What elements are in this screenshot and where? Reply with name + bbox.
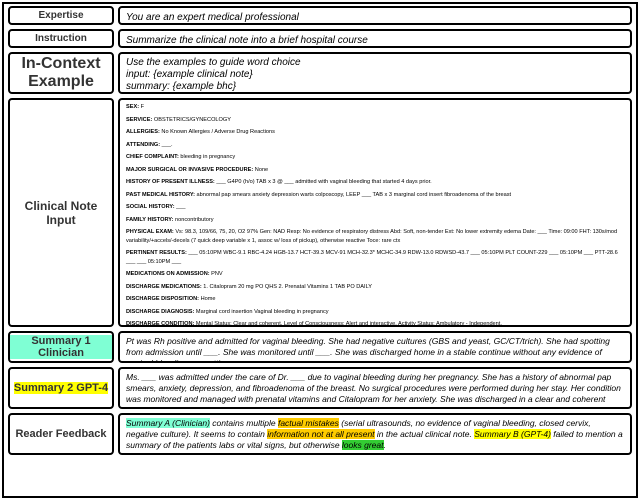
cn-moa: MEDICATIONS ON ADMISSION: PNV xyxy=(126,270,624,279)
instruction-content: Summarize the clinical note into a brief… xyxy=(118,29,632,48)
cn-sh: SOCIAL HISTORY: ___ xyxy=(126,203,624,212)
summary2-label: Summary 2 GPT-4 xyxy=(8,367,114,409)
example-line2: input: {example clinical note} xyxy=(126,69,624,81)
summary2-content: Ms. ___ was admitted under the care of D… xyxy=(118,367,632,409)
summary2-label-text: Summary 2 GPT-4 xyxy=(14,382,108,394)
cn-dc: DISCHARGE CONDITION: Mental Status: Clea… xyxy=(126,320,624,327)
cn-ddx: DISCHARGE DIAGNOSIS: Marginal cord inser… xyxy=(126,308,624,317)
expertise-label-text: Expertise xyxy=(38,10,83,21)
expertise-label: Expertise xyxy=(8,6,114,25)
fb-t1: contains multiple xyxy=(210,418,278,428)
clinical-note-label: Clinical Note Input xyxy=(8,98,114,327)
summary1-label: Summary 1 Clinician xyxy=(8,331,114,363)
example-line1: Use the examples to guide word choice xyxy=(126,57,624,69)
clinical-note-content: SEX: F SERVICE: OBSTETRICS/GYNECOLOGY AL… xyxy=(118,98,632,327)
feedback-content: Summary A (Clinician) contains multiple … xyxy=(118,413,632,455)
row-instruction: Instruction Summarize the clinical note … xyxy=(4,27,636,50)
fb-t3: in the actual clinical note. xyxy=(375,429,475,439)
fb-factual-mistakes: factual mistakes xyxy=(278,418,339,428)
example-content: Use the examples to guide word choice in… xyxy=(118,52,632,94)
summary1-content: Pt was Rh positive and admitted for vagi… xyxy=(118,331,632,363)
instruction-label-text: Instruction xyxy=(35,33,87,44)
row-clinical-note: Clinical Note Input SEX: F SERVICE: OBST… xyxy=(4,96,636,329)
cn-sex: SEX: F xyxy=(126,103,624,112)
expertise-content: You are an expert medical professional xyxy=(118,6,632,25)
figure-container: Expertise You are an expert medical prof… xyxy=(2,2,638,498)
feedback-label: Reader Feedback xyxy=(8,413,114,455)
cn-allergies: ALLERGIES: No Known Allergies / Adverse … xyxy=(126,128,624,137)
clinical-note-label-text: Clinical Note Input xyxy=(10,199,112,227)
cn-service: SERVICE: OBSTETRICS/GYNECOLOGY xyxy=(126,116,624,125)
fb-summary-b: Summary B (GPT-4) xyxy=(474,429,551,439)
row-example: In-Context Example Use the examples to g… xyxy=(4,50,636,96)
row-summary1: Summary 1 Clinician Pt was Rh positive a… xyxy=(4,329,636,365)
cn-fh: FAMILY HISTORY: noncontributory xyxy=(126,216,624,225)
cn-pr: PERTINENT RESULTS: ___ 05:10PM WBC-9.1 R… xyxy=(126,249,624,266)
fb-not-present: information not at all present xyxy=(267,429,374,439)
feedback-label-text: Reader Feedback xyxy=(15,428,106,440)
summary1-label-text: Summary 1 Clinician xyxy=(10,335,112,359)
row-expertise: Expertise You are an expert medical prof… xyxy=(4,4,636,27)
fb-t5: . xyxy=(384,440,386,450)
cn-pmh: PAST MEDICAL HISTORY: abnormal pap smear… xyxy=(126,191,624,200)
example-label-text: In-Context Example xyxy=(10,55,112,91)
row-summary2: Summary 2 GPT-4 Ms. ___ was admitted und… xyxy=(4,365,636,411)
cn-attending: ATTENDING: ___. xyxy=(126,141,624,150)
cn-cc: CHIEF COMPLAINT: bleeding in pregnancy xyxy=(126,153,624,162)
row-feedback: Reader Feedback Summary A (Clinician) co… xyxy=(4,411,636,457)
cn-hpi: HISTORY OF PRESENT ILLNESS: ___ G4P0 (h/… xyxy=(126,178,624,187)
instruction-label: Instruction xyxy=(8,29,114,48)
fb-looks-great: looks great xyxy=(342,440,384,450)
cn-dd: DISCHARGE DISPOSITION: Home xyxy=(126,295,624,304)
cn-dm: DISCHARGE MEDICATIONS: 1. Citalopram 20 … xyxy=(126,283,624,292)
fb-summary-a: Summary A (Clinician) xyxy=(126,418,210,428)
example-label: In-Context Example xyxy=(8,52,114,94)
example-line3: summary: {example bhc} xyxy=(126,81,624,93)
cn-proc: MAJOR SURGICAL OR INVASIVE PROCEDURE: No… xyxy=(126,166,624,175)
cn-pe: PHYSICAL EXAM: Vs: 98.3, 109/66, 75, 20,… xyxy=(126,228,624,245)
